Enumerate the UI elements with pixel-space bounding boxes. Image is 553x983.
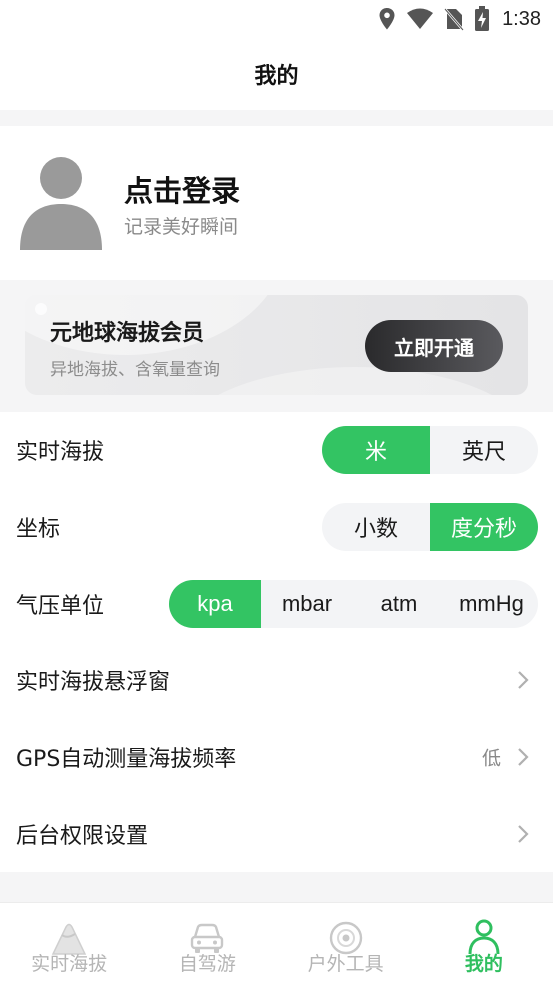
tab-label: 自驾游 (178, 953, 236, 975)
login-subtitle: 记录美好瞬间 (124, 216, 239, 238)
status-time: 1:38 (502, 7, 541, 30)
pressure-unit-label: 气压单位 (16, 594, 105, 619)
login-title[interactable]: 点击登录 (124, 168, 240, 210)
membership-card[interactable]: 元地球海拔会员 异地海拔、含氧量查询 立即开通 (25, 295, 528, 395)
wifi-icon (407, 8, 434, 29)
option-meter[interactable]: 米 (322, 426, 430, 474)
tab-mine[interactable]: 我的 (415, 903, 553, 983)
chevron-right-icon (518, 671, 529, 689)
tab-outdoor-tools[interactable]: 户外工具 (277, 903, 415, 983)
option-kpa[interactable]: kpa (169, 580, 261, 628)
open-membership-button[interactable]: 立即开通 (365, 320, 503, 372)
tab-label: 户外工具 (307, 953, 384, 975)
gps-frequency-value: 低 (481, 747, 501, 770)
altitude-unit-label: 实时海拔 (16, 440, 105, 465)
tab-road-trip[interactable]: 自驾游 (138, 903, 276, 983)
background-permission-label: 后台权限设置 (16, 824, 149, 849)
floating-window-row[interactable]: 实时海拔悬浮窗 (0, 642, 553, 718)
membership-section: 元地球海拔会员 异地海拔、含氧量查询 立即开通 (0, 280, 553, 410)
option-atm[interactable]: atm (353, 580, 445, 628)
tab-label: 实时海拔 (31, 953, 108, 975)
card-decoration-dot (35, 303, 47, 315)
section-divider (0, 872, 553, 888)
title-bar: 我的 (0, 38, 553, 110)
option-mmhg[interactable]: mmHg (445, 580, 538, 628)
settings-list: 实时海拔 米 英尺 坐标 小数 度分秒 气压单位 kpa mbar atm mm… (0, 412, 553, 872)
status-icons: 1:38 (378, 6, 541, 32)
option-dms[interactable]: 度分秒 (430, 503, 538, 551)
tab-altitude[interactable]: 实时海拔 (0, 903, 138, 983)
page-title: 我的 (254, 64, 299, 89)
option-decimal[interactable]: 小数 (322, 503, 430, 551)
option-feet[interactable]: 英尺 (430, 426, 538, 474)
bottom-tab-bar: 实时海拔 自驾游 户外工具 我的 (0, 902, 553, 983)
gps-frequency-row[interactable]: GPS自动测量海拔频率 低 (0, 719, 553, 795)
coordinate-format-row: 坐标 小数 度分秒 (0, 489, 553, 565)
floating-window-label: 实时海拔悬浮窗 (16, 670, 171, 695)
membership-title: 元地球海拔会员 (50, 321, 205, 346)
coordinate-format-label: 坐标 (16, 517, 61, 542)
pressure-unit-row: 气压单位 kpa mbar atm mmHg (0, 566, 553, 642)
no-sim-icon (444, 8, 465, 31)
tab-label: 我的 (464, 953, 503, 975)
pressure-unit-switch[interactable]: kpa mbar atm mmHg (169, 580, 538, 628)
battery-charging-icon (475, 6, 490, 31)
profile-section[interactable]: 点击登录 记录美好瞬间 (0, 126, 553, 280)
status-bar: 1:38 (0, 0, 553, 38)
location-icon (379, 8, 395, 30)
altitude-unit-switch[interactable]: 米 英尺 (322, 426, 538, 474)
altitude-unit-row: 实时海拔 米 英尺 (0, 412, 553, 488)
background-permission-row[interactable]: 后台权限设置 (0, 796, 553, 872)
chevron-right-icon (518, 748, 529, 766)
avatar-icon[interactable] (18, 156, 104, 250)
gps-frequency-label: GPS自动测量海拔频率 (16, 747, 237, 772)
coordinate-format-switch[interactable]: 小数 度分秒 (322, 503, 538, 551)
chevron-right-icon (518, 825, 529, 843)
membership-subtitle: 异地海拔、含氧量查询 (50, 360, 220, 380)
option-mbar[interactable]: mbar (261, 580, 353, 628)
